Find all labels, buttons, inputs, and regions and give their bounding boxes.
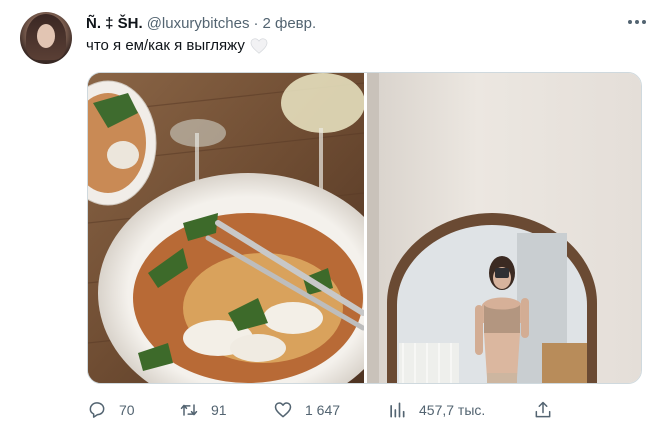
mirror-selfie-illustration bbox=[367, 73, 641, 383]
action-bar: 70 91 1 647 457,7 тыс. bbox=[87, 398, 557, 422]
food-photo[interactable] bbox=[88, 73, 364, 383]
retweet-count: 91 bbox=[211, 402, 227, 418]
retweet-button[interactable]: 91 bbox=[179, 398, 227, 422]
separator-dot: · bbox=[253, 14, 259, 32]
user-handle[interactable]: @luxurybitches bbox=[147, 15, 250, 32]
food-photo-illustration bbox=[88, 73, 364, 383]
more-icon-dot bbox=[628, 20, 632, 24]
more-icon-dot bbox=[635, 20, 639, 24]
retweet-icon bbox=[180, 404, 198, 416]
views-button[interactable]: 457,7 тыс. bbox=[387, 398, 485, 422]
avatar-face bbox=[37, 24, 55, 48]
tweet-text-container: что я ем/как я выгляжу bbox=[86, 37, 268, 54]
share-button[interactable] bbox=[533, 398, 565, 422]
mirror-selfie-photo[interactable] bbox=[367, 73, 641, 383]
white-heart-icon bbox=[250, 37, 268, 54]
share-icon bbox=[535, 401, 551, 418]
reply-icon bbox=[89, 402, 105, 418]
views-chart-icon bbox=[390, 402, 405, 418]
tweet[interactable]: Ñ. ‡ ŠH. @luxurybitches · 2 февр. что я … bbox=[0, 0, 666, 439]
reply-button[interactable]: 70 bbox=[87, 398, 135, 422]
heart-icon bbox=[274, 402, 292, 418]
reply-count: 70 bbox=[119, 402, 135, 418]
tweet-text: что я ем/как я выгляжу bbox=[86, 37, 245, 54]
views-count: 457,7 тыс. bbox=[419, 402, 486, 418]
media-grid bbox=[87, 72, 642, 384]
avatar[interactable] bbox=[20, 12, 72, 64]
tweet-date[interactable]: 2 февр. bbox=[262, 15, 316, 32]
display-name[interactable]: Ñ. ‡ ŠH. bbox=[86, 15, 143, 32]
like-count: 1 647 bbox=[305, 402, 341, 418]
more-icon-dot bbox=[642, 20, 646, 24]
tweet-header: Ñ. ‡ ŠH. @luxurybitches · 2 февр. bbox=[86, 13, 648, 33]
like-button[interactable]: 1 647 bbox=[273, 398, 340, 422]
more-options-button[interactable] bbox=[628, 13, 646, 31]
